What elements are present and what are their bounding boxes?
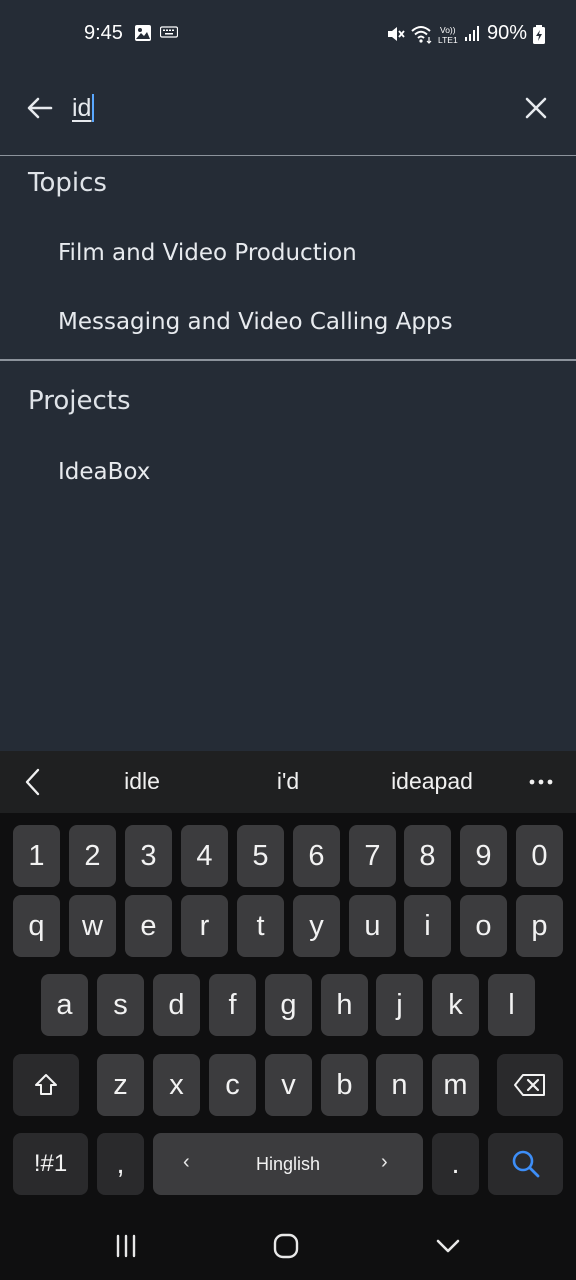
suggestion-back-button[interactable] xyxy=(18,765,48,799)
svg-text:LTE1: LTE1 xyxy=(438,35,458,45)
key-4[interactable]: 4 xyxy=(181,825,228,887)
space-language-label: Hinglish xyxy=(255,1153,321,1174)
suggestion-idle[interactable]: idle xyxy=(92,768,192,795)
key-k[interactable]: k xyxy=(432,974,479,1036)
navigation-bar xyxy=(0,1212,576,1280)
key-3[interactable]: 3 xyxy=(125,825,172,887)
search-bar: id xyxy=(0,70,576,156)
keyboard-icon xyxy=(160,26,178,38)
backspace-key[interactable] xyxy=(497,1054,563,1116)
key-x[interactable]: x xyxy=(153,1054,200,1116)
back-button[interactable] xyxy=(22,90,58,126)
key-5[interactable]: 5 xyxy=(237,825,284,887)
key-j[interactable]: j xyxy=(376,974,423,1036)
key-e[interactable]: e xyxy=(125,895,172,957)
key-i[interactable]: i xyxy=(404,895,451,957)
key-z[interactable]: z xyxy=(97,1054,144,1116)
key-n[interactable]: n xyxy=(376,1054,423,1116)
key-c[interactable]: c xyxy=(209,1054,256,1116)
keyboard: idle i'd ideapad 1 2 3 4 5 6 7 8 9 0 q w… xyxy=(0,751,576,1280)
shift-key[interactable] xyxy=(13,1054,79,1116)
key-6[interactable]: 6 xyxy=(293,825,340,887)
key-v[interactable]: v xyxy=(265,1054,312,1116)
home-button[interactable] xyxy=(266,1230,306,1262)
key-p[interactable]: p xyxy=(516,895,563,957)
image-icon xyxy=(135,25,151,41)
key-a[interactable]: a xyxy=(41,974,88,1036)
arrow-left-icon xyxy=(27,97,53,119)
key-t[interactable]: t xyxy=(237,895,284,957)
home-icon xyxy=(273,1233,299,1259)
key-y[interactable]: y xyxy=(293,895,340,957)
project-item-ideabox[interactable]: IdeaBox xyxy=(58,459,150,485)
shift-arrow-icon xyxy=(35,1074,57,1095)
hide-keyboard-icon xyxy=(436,1239,460,1253)
key-7[interactable]: 7 xyxy=(349,825,396,887)
more-options-button[interactable] xyxy=(524,765,558,799)
key-9[interactable]: 9 xyxy=(460,825,507,887)
section-divider xyxy=(0,359,576,361)
period-key[interactable]: . xyxy=(432,1133,479,1195)
battery-charging-icon xyxy=(533,25,545,44)
more-dots-icon xyxy=(529,779,553,785)
hide-keyboard-button[interactable] xyxy=(428,1230,468,1262)
recents-button[interactable] xyxy=(106,1230,146,1262)
key-d[interactable]: d xyxy=(153,974,200,1036)
key-2[interactable]: 2 xyxy=(69,825,116,887)
recents-icon xyxy=(116,1234,136,1258)
section-title-projects: Projects xyxy=(28,386,131,416)
comma-key[interactable]: , xyxy=(97,1133,144,1195)
clear-search-button[interactable] xyxy=(518,90,554,126)
space-key[interactable]: ‹ Hinglish › xyxy=(153,1133,423,1195)
battery-level: 90% xyxy=(487,22,528,44)
key-w[interactable]: w xyxy=(69,895,116,957)
key-o[interactable]: o xyxy=(460,895,507,957)
status-bar: 9:45 Vo)) LTE1 90% xyxy=(0,0,576,70)
mute-icon xyxy=(388,27,405,41)
search-input[interactable]: id xyxy=(72,90,492,126)
suggestion-bar: idle i'd ideapad xyxy=(0,751,576,813)
language-left-icon: ‹ xyxy=(183,1151,190,1173)
search-key[interactable] xyxy=(488,1133,563,1195)
signal-icon xyxy=(465,26,479,41)
volte-icon: Vo)) LTE1 xyxy=(438,25,458,45)
key-8[interactable]: 8 xyxy=(404,825,451,887)
key-s[interactable]: s xyxy=(97,974,144,1036)
status-time: 9:45 xyxy=(84,22,123,44)
svg-text:Vo)): Vo)) xyxy=(440,25,456,35)
wifi-icon xyxy=(411,26,432,44)
chevron-left-icon xyxy=(25,768,40,796)
key-m[interactable]: m xyxy=(432,1054,479,1116)
key-1[interactable]: 1 xyxy=(13,825,60,887)
key-0[interactable]: 0 xyxy=(516,825,563,887)
key-r[interactable]: r xyxy=(181,895,228,957)
key-f[interactable]: f xyxy=(209,974,256,1036)
close-icon xyxy=(525,97,547,119)
backspace-icon xyxy=(514,1074,545,1096)
suggestion-id[interactable]: i'd xyxy=(238,768,338,795)
suggestion-ideapad[interactable]: ideapad xyxy=(372,768,492,795)
key-h[interactable]: h xyxy=(321,974,368,1036)
topic-item-film-video-production[interactable]: Film and Video Production xyxy=(58,240,357,266)
section-title-topics: Topics xyxy=(28,168,107,198)
symbols-key[interactable]: !#1 xyxy=(13,1133,88,1195)
key-b[interactable]: b xyxy=(321,1054,368,1116)
key-q[interactable]: q xyxy=(13,895,60,957)
key-u[interactable]: u xyxy=(349,895,396,957)
text-caret xyxy=(92,94,95,122)
key-l[interactable]: l xyxy=(488,974,535,1036)
search-icon xyxy=(512,1150,539,1178)
language-right-icon: › xyxy=(381,1151,388,1173)
topic-item-messaging-video-calling[interactable]: Messaging and Video Calling Apps xyxy=(58,309,453,335)
key-g[interactable]: g xyxy=(265,974,312,1036)
search-input-value: id xyxy=(72,93,92,122)
